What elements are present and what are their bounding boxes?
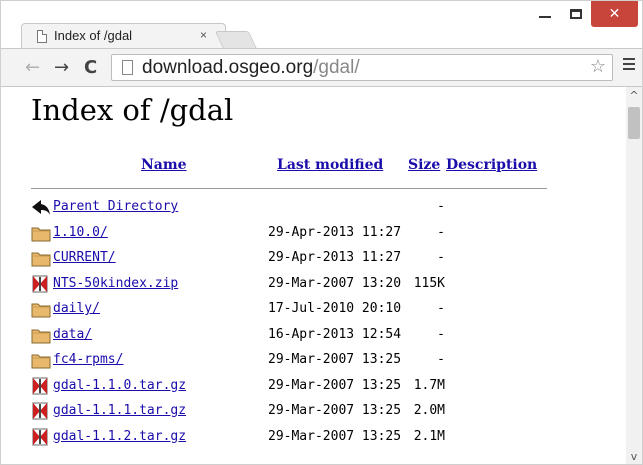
tab-title: Index of /gdal	[54, 28, 133, 43]
address-bar[interactable]: download.osgeo.org/gdal/ ☆	[111, 54, 613, 81]
folder-icon	[31, 249, 51, 267]
table-row: gdal-1.1.0.tar.gz 29-Mar-2007 13:25 1.7M	[31, 376, 591, 396]
vertical-scrollbar[interactable]: ^ v	[626, 87, 642, 464]
last-modified-cell: 29-Mar-2007 13:25	[268, 352, 402, 367]
url-path: /gdal/	[313, 57, 360, 78]
scrollbar-thumb[interactable]	[628, 107, 640, 139]
file-link[interactable]: gdal-1.1.1.tar.gz	[53, 401, 186, 421]
maximize-button[interactable]	[562, 1, 589, 27]
url-host: download.osgeo.org	[142, 57, 314, 78]
column-header-size[interactable]: Size	[408, 157, 440, 173]
header-divider	[31, 188, 547, 189]
scroll-down-arrow-icon[interactable]: v	[626, 448, 642, 464]
file-link[interactable]: gdal-1.1.0.tar.gz	[53, 376, 186, 396]
table-row: CURRENT/29-Apr-2013 11:27 -	[31, 248, 591, 268]
tab-index-of-gdal[interactable]: Index of /gdal ×	[21, 23, 226, 49]
compressed-file-icon	[31, 275, 51, 293]
menu-icon[interactable]	[623, 58, 635, 73]
last-modified-cell: 29-Mar-2007 13:25	[268, 377, 402, 393]
table-row: daily/17-Jul-2010 20:10 -	[31, 299, 591, 319]
size-cell: -	[437, 224, 445, 240]
reload-icon[interactable]: C	[84, 56, 97, 80]
folder-icon	[31, 300, 51, 318]
column-header-description[interactable]: Description	[446, 157, 537, 173]
back-arrow-icon[interactable]: ←	[25, 56, 40, 80]
table-row: fc4-rpms/29-Mar-2007 13:25 -	[31, 350, 591, 370]
folder-icon	[31, 351, 51, 369]
scroll-up-arrow-icon[interactable]: ^	[626, 87, 642, 103]
bookmark-star-icon[interactable]: ☆	[590, 56, 606, 77]
last-modified-cell: 29-Mar-2007 13:20	[268, 275, 402, 291]
compressed-file-icon	[31, 402, 51, 420]
table-row: NTS-50kindex.zip 29-Mar-2007 13:20 115K	[31, 274, 591, 294]
column-header-name[interactable]: Name	[141, 157, 187, 173]
tab-close-icon[interactable]: ×	[200, 28, 207, 42]
folder-icon	[31, 224, 51, 242]
table-row: data/16-Apr-2013 12:54 -	[31, 325, 591, 345]
minimize-button[interactable]	[528, 1, 562, 27]
title-bar: Index of /gdal × ✕	[1, 1, 642, 49]
file-link[interactable]: fc4-rpms/	[53, 350, 123, 370]
size-cell: 1.7M	[413, 377, 445, 393]
close-window-button[interactable]: ✕	[591, 1, 638, 27]
file-link[interactable]: 1.10.0/	[53, 223, 108, 243]
file-link[interactable]: gdal-1.1.2.tar.gz	[53, 427, 186, 447]
browser-window: Index of /gdal × ✕ ← → C download.osgeo.…	[0, 0, 643, 465]
table-row: 1.10.0/29-Apr-2013 11:27 -	[31, 223, 591, 243]
folder-icon	[31, 326, 51, 344]
size-cell: -	[437, 301, 445, 316]
file-link[interactable]: NTS-50kindex.zip	[53, 274, 178, 294]
new-tab-button[interactable]	[214, 31, 258, 49]
size-cell: 115K	[413, 275, 445, 291]
url-text[interactable]: download.osgeo.org/gdal/	[142, 56, 360, 80]
file-link[interactable]: Parent Directory	[53, 197, 178, 217]
browser-toolbar: ← → C download.osgeo.org/gdal/ ☆	[1, 48, 642, 87]
last-modified-cell: 29-Mar-2007 13:25	[268, 428, 402, 444]
page-title: Index of /gdal	[31, 93, 234, 127]
page-icon	[37, 30, 47, 43]
table-row: gdal-1.1.2.tar.gz 29-Mar-2007 13:25 2.1M	[31, 427, 591, 447]
page-icon	[122, 60, 133, 75]
size-cell: 2.1M	[413, 428, 445, 444]
page-content: Index of /gdal Name Last modified Size D…	[1, 87, 626, 464]
compressed-file-icon	[31, 428, 51, 446]
last-modified-cell: 29-Apr-2013 11:27	[268, 250, 402, 265]
compressed-file-icon	[31, 377, 51, 395]
size-cell: -	[437, 352, 445, 367]
file-link[interactable]: daily/	[53, 299, 100, 319]
back-icon	[31, 198, 51, 216]
last-modified-cell: 17-Jul-2010 20:10	[268, 301, 402, 316]
file-link[interactable]: CURRENT/	[53, 248, 116, 268]
size-cell: 2.0M	[413, 403, 445, 418]
table-row: Parent Directory -	[31, 197, 591, 217]
last-modified-cell: 16-Apr-2013 12:54	[268, 326, 402, 342]
forward-arrow-icon[interactable]: →	[54, 56, 69, 80]
last-modified-cell: 29-Mar-2007 13:25	[268, 403, 402, 418]
column-header-last-modified[interactable]: Last modified	[277, 157, 383, 173]
file-link[interactable]: data/	[53, 325, 92, 345]
size-cell: -	[437, 199, 445, 214]
size-cell: -	[437, 250, 445, 265]
last-modified-cell: 29-Apr-2013 11:27	[268, 224, 402, 240]
size-cell: -	[437, 326, 445, 342]
table-row: gdal-1.1.1.tar.gz 29-Mar-2007 13:25 2.0M	[31, 401, 591, 421]
